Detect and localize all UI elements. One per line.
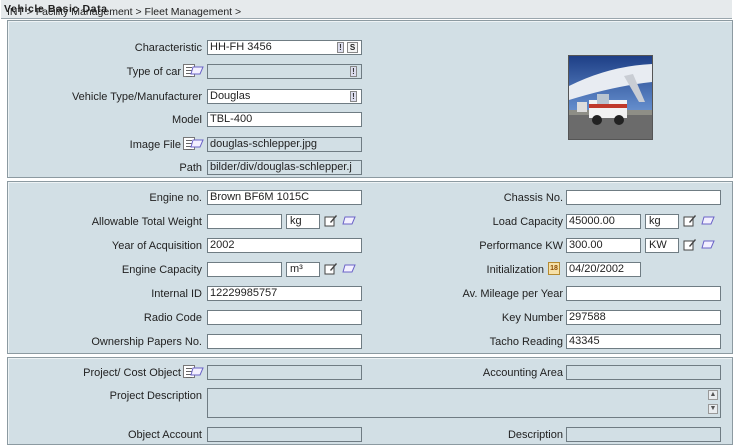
performance-edit-icon[interactable] bbox=[683, 238, 697, 251]
characteristic-s-button[interactable]: S bbox=[347, 42, 358, 53]
performance-field[interactable]: 300.00 bbox=[566, 238, 641, 253]
vehicle-type-info-button[interactable]: ! bbox=[350, 91, 357, 102]
load-capacity-eraser-icon[interactable] bbox=[701, 216, 715, 225]
project-description-field[interactable] bbox=[207, 388, 721, 418]
initialization-label: Initialization bbox=[486, 264, 544, 276]
description-label: Description bbox=[507, 429, 563, 441]
engine-capacity-unit[interactable]: m³ bbox=[286, 262, 320, 277]
year-field[interactable]: 2002 bbox=[207, 238, 362, 253]
breadcrumb: INT > Facility Management > Fleet Manage… bbox=[1, 0, 732, 19]
breadcrumb-path: INT > Facility Management > Fleet Manage… bbox=[7, 6, 242, 18]
calendar-icon[interactable]: 18 bbox=[548, 262, 560, 275]
chassis-no-label: Chassis No. bbox=[503, 192, 563, 204]
allowable-weight-edit-icon[interactable] bbox=[324, 214, 338, 227]
ownership-papers-label: Ownership Papers No. bbox=[91, 336, 202, 348]
tacho-label: Tacho Reading bbox=[489, 336, 563, 348]
type-of-car-eraser-icon[interactable] bbox=[190, 66, 204, 75]
mileage-field[interactable] bbox=[566, 286, 721, 301]
type-of-car-info-button[interactable]: ! bbox=[350, 66, 357, 77]
radio-code-field[interactable] bbox=[207, 310, 362, 325]
load-capacity-field[interactable]: 45000.00 bbox=[566, 214, 641, 229]
project-field[interactable] bbox=[207, 365, 362, 380]
project-label: Project/ Cost Object bbox=[83, 367, 181, 379]
initialization-field[interactable]: 04/20/2002 bbox=[566, 262, 641, 277]
performance-unit[interactable]: KW bbox=[645, 238, 679, 253]
characteristic-info-button[interactable]: ! bbox=[337, 42, 344, 53]
load-capacity-unit[interactable]: kg bbox=[645, 214, 679, 229]
allowable-weight-field[interactable] bbox=[207, 214, 282, 229]
performance-label: Performance KW bbox=[479, 240, 563, 252]
engine-no-field[interactable]: Brown BF6M 1015C bbox=[207, 190, 362, 205]
characteristic-label: Characteristic bbox=[134, 42, 202, 54]
load-capacity-label: Load Capacity bbox=[492, 216, 563, 228]
mileage-label: Av. Mileage per Year bbox=[462, 288, 564, 300]
tacho-field[interactable]: 43345 bbox=[566, 334, 721, 349]
load-capacity-edit-icon[interactable] bbox=[683, 214, 697, 227]
engine-capacity-eraser-icon[interactable] bbox=[342, 264, 356, 273]
path-field[interactable]: bilder/div/douglas-schlepper.j bbox=[207, 160, 362, 175]
allowable-weight-label: Allowable Total Weight bbox=[91, 216, 202, 228]
type-of-car-field[interactable] bbox=[207, 64, 362, 79]
performance-eraser-icon[interactable] bbox=[701, 240, 715, 249]
engine-no-label: Engine no. bbox=[149, 192, 202, 204]
allowable-weight-eraser-icon[interactable] bbox=[342, 216, 356, 225]
type-of-car-label: Type of car bbox=[126, 66, 181, 78]
description-field[interactable] bbox=[566, 427, 721, 442]
internal-id-label: Internal ID bbox=[151, 288, 202, 300]
engine-capacity-edit-icon[interactable] bbox=[324, 262, 338, 275]
key-number-field[interactable]: 297588 bbox=[566, 310, 721, 325]
accounting-area-field[interactable] bbox=[566, 365, 721, 380]
scroll-up-icon[interactable]: ▲ bbox=[708, 390, 718, 400]
vehicle-type-label: Vehicle Type/Manufacturer bbox=[71, 91, 202, 103]
path-label: Path bbox=[179, 162, 202, 174]
object-account-label: Object Account bbox=[128, 429, 202, 441]
vehicle-photo bbox=[568, 55, 653, 140]
project-eraser-icon[interactable] bbox=[190, 367, 204, 376]
scroll-down-icon[interactable]: ▼ bbox=[708, 404, 718, 414]
ownership-papers-field[interactable] bbox=[207, 334, 362, 349]
internal-id-field[interactable]: 12229985757 bbox=[207, 286, 362, 301]
model-field[interactable]: TBL-400 bbox=[207, 112, 362, 127]
image-file-label: Image File bbox=[129, 139, 181, 151]
year-label: Year of Acquisition bbox=[111, 240, 202, 252]
project-description-label: Project Description bbox=[109, 390, 202, 402]
object-account-field[interactable] bbox=[207, 427, 362, 442]
engine-capacity-field[interactable] bbox=[207, 262, 282, 277]
vehicle-type-field[interactable]: Douglas bbox=[207, 89, 362, 104]
model-label: Model bbox=[172, 114, 202, 126]
allowable-weight-unit[interactable]: kg bbox=[286, 214, 320, 229]
key-number-label: Key Number bbox=[501, 312, 563, 324]
radio-code-label: Radio Code bbox=[143, 312, 202, 324]
chassis-no-field[interactable] bbox=[566, 190, 721, 205]
accounting-area-label: Accounting Area bbox=[482, 367, 563, 379]
engine-capacity-label: Engine Capacity bbox=[121, 264, 202, 276]
image-file-field[interactable]: douglas-schlepper.jpg bbox=[207, 137, 362, 152]
image-file-eraser-icon[interactable] bbox=[190, 139, 204, 148]
